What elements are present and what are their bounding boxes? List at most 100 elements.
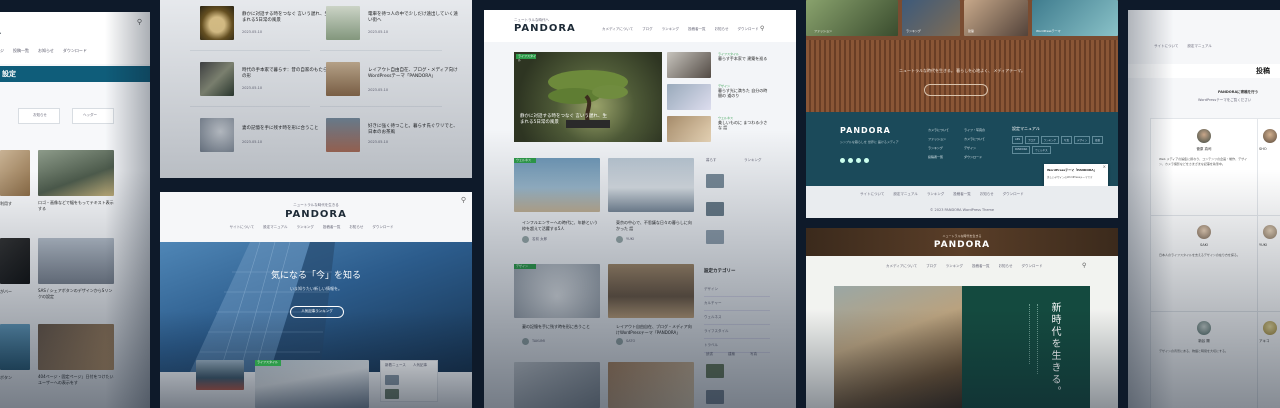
nav-item[interactable]: ランキング	[296, 225, 313, 229]
author-card[interactable]: アキコ	[1257, 311, 1280, 408]
nav-item[interactable]: お知らせ	[349, 225, 363, 229]
close-icon[interactable]: ×	[1103, 164, 1106, 169]
tab-notice[interactable]: お知らせ	[18, 108, 60, 124]
author-card[interactable]: 新谷 陽 デザインの背景にある、物語と時間を大切にする。	[1151, 311, 1258, 408]
intro-button[interactable]	[924, 84, 988, 96]
nav-item[interactable]: ジ	[0, 48, 4, 53]
card-thumbnail[interactable]	[196, 360, 244, 390]
search-icon[interactable]: ⚲	[137, 18, 142, 26]
author-card[interactable]: 菅原 真司 Web メディアの編集に携わり、コンテンツの企画・制作、デザイン、カ…	[1151, 119, 1258, 216]
nav-item[interactable]: ランキング	[946, 264, 963, 268]
nav-item[interactable]: 設定マニュアル	[1187, 44, 1211, 48]
nav-item[interactable]: 投稿者一覧	[323, 225, 341, 229]
card-title[interactable]: インフルエンサーへの時代に、年齢という枠を超えて活躍する5人	[522, 220, 600, 231]
card-title[interactable]: 利用す	[0, 200, 30, 207]
tag-chip[interactable]: ブログ	[1025, 136, 1039, 144]
side-thumbnail[interactable]	[667, 84, 711, 110]
nav-item[interactable]: ランキング	[927, 192, 944, 196]
card-thumbnail[interactable]	[608, 158, 694, 212]
card-thumbnail[interactable]	[255, 360, 369, 408]
nav-item[interactable]: 設定マニュアル	[263, 225, 287, 229]
tag-chip[interactable]: 投稿	[1092, 136, 1104, 144]
card-title[interactable]: 404ページ・固定ページ」日付をつけたいユーザーへの表示をす	[38, 374, 114, 386]
footer-link[interactable]: デザイン	[964, 144, 985, 153]
category-link[interactable]: デザイン	[704, 283, 770, 297]
category-link[interactable]: ライフスタイル	[704, 325, 770, 339]
nav-item[interactable]: サイトについて	[1154, 44, 1178, 48]
youtube-icon[interactable]	[864, 158, 869, 163]
facebook-icon[interactable]	[848, 158, 853, 163]
nav-item[interactable]: 設定マニュアル	[893, 192, 917, 196]
card-thumbnail[interactable]	[0, 238, 30, 284]
side-article[interactable]: ライフスタイル 暮らす手本家で 建築を巡る	[718, 52, 768, 61]
card-thumbnail[interactable]	[38, 150, 114, 196]
footer-link[interactable]: カメラについて	[928, 126, 949, 135]
side-thumbnail[interactable]	[667, 116, 711, 142]
nav-item[interactable]: 投稿者一覧	[688, 27, 706, 31]
tag-chip[interactable]: ウェルネス	[1032, 146, 1051, 154]
tab-header[interactable]: ヘッダー	[72, 108, 114, 124]
footer-logo[interactable]: PANDORA	[840, 126, 891, 135]
nav-item[interactable]: ダウンロード	[372, 225, 393, 229]
nav-item[interactable]: お知らせ	[715, 27, 729, 31]
card-title[interactable]: レイアウト自由自在、ブログ・メディア向けWordPressテーマ「PANDORA…	[616, 324, 694, 335]
tag-link[interactable]: 建築	[728, 352, 735, 357]
ranking-button[interactable]: 人気記事ランキング	[290, 306, 344, 318]
tag-chip[interactable]: ARS	[1012, 136, 1024, 144]
nav-item[interactable]: カメディアについて	[886, 264, 917, 268]
nav-item[interactable]: お知らせ	[980, 192, 994, 196]
author-card[interactable]: SAKI 日本人のライフスタイルを支えるデザインの在り方を探る。	[1151, 215, 1258, 312]
nav-item[interactable]: ブログ	[926, 264, 937, 268]
side-article[interactable]: デザイン 暮らす光に満ちた 自分の時間の 道のり	[718, 84, 768, 98]
nav-item[interactable]: ダウンロード	[1022, 264, 1043, 268]
site-logo[interactable]: PANDORA	[806, 240, 1118, 250]
site-logo[interactable]: PANDORA	[514, 23, 576, 34]
card-thumbnail[interactable]	[0, 324, 30, 370]
nav-item[interactable]: サイトについて	[230, 225, 254, 229]
category-link[interactable]: カルチャー	[704, 297, 770, 311]
card-title[interactable]: ボタン	[0, 374, 30, 381]
x-icon[interactable]	[840, 158, 845, 163]
tab-new[interactable]: 新着ニュース	[385, 363, 406, 368]
side-article[interactable]: ウェルネス 美しいものに まつわる小さな 話	[718, 116, 768, 130]
card-title[interactable]: ロゴ・画像などで幅をもってテキスト表示する	[38, 200, 114, 212]
featured-article[interactable]: ライフスタイル 静かに対話する時をつなぐ 言いう遅れ、生まれる5日常の風景	[514, 52, 662, 142]
nav-item[interactable]: ダウンロード	[1003, 192, 1024, 196]
tag-chip[interactable]: ランキング	[1040, 136, 1059, 144]
card-thumbnail[interactable]	[514, 264, 600, 318]
search-icon[interactable]: ⚲	[760, 25, 764, 32]
card-thumbnail[interactable]	[608, 264, 694, 318]
tag-link[interactable]: 読書	[706, 352, 713, 357]
nav-item[interactable]: ダウンロード	[63, 48, 87, 53]
site-logo[interactable]: PANDORA	[160, 209, 472, 220]
nav-item[interactable]: お知らせ	[38, 48, 54, 53]
nav-item[interactable]: ダウンロード	[738, 27, 759, 31]
footer-link[interactable]: 投稿者一覧	[928, 153, 949, 162]
card-thumbnail[interactable]	[38, 238, 114, 284]
tag-chip[interactable]: デザイン	[1074, 136, 1091, 144]
card-thumbnail[interactable]	[608, 362, 694, 408]
footer-link[interactable]: ダウンロード	[964, 153, 985, 162]
card-title[interactable]: 妻の記憶を手に残す時を形に合うこと	[522, 324, 600, 330]
card-thumbnail[interactable]	[38, 324, 114, 370]
nav-item[interactable]: サイトについて	[860, 192, 884, 196]
nav-item[interactable]: 投稿者一覧	[972, 264, 990, 268]
tag-chip[interactable]: PANDORA	[1012, 146, 1031, 154]
nav-item[interactable]: 投稿一覧	[13, 48, 29, 53]
footer-link[interactable]: ランキング	[928, 144, 949, 153]
tag-link[interactable]: 写真	[750, 352, 757, 357]
nav-item[interactable]: ブログ	[642, 27, 653, 31]
category-link[interactable]: ウェルネス	[704, 311, 770, 325]
tab-popular[interactable]: 人気記事	[413, 363, 427, 368]
search-icon[interactable]: ⚲	[1082, 262, 1086, 269]
footer-link[interactable]: カメラについて	[964, 135, 985, 144]
card-thumbnail[interactable]	[514, 362, 600, 408]
nav-item[interactable]: お知らせ	[999, 264, 1013, 268]
side-thumbnail[interactable]	[667, 52, 711, 78]
card-thumbnail[interactable]	[514, 158, 600, 212]
instagram-icon[interactable]	[856, 158, 861, 163]
footer-link[interactable]: ライフ・写真の	[964, 126, 985, 135]
nav-item[interactable]: カメディアについて	[602, 27, 633, 31]
card-title[interactable]: がバー	[0, 288, 30, 295]
nav-item[interactable]: ランキング	[662, 27, 679, 31]
